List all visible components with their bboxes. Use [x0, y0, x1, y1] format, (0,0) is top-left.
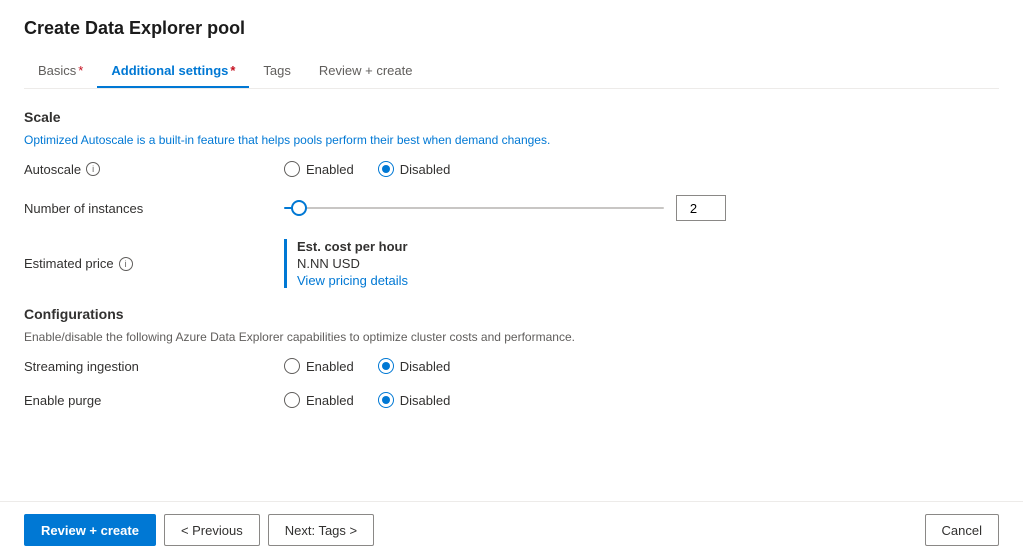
streaming-ingestion-label: Streaming ingestion: [24, 359, 284, 374]
streaming-disabled-radio[interactable]: [378, 358, 394, 374]
purge-enabled-radio[interactable]: [284, 392, 300, 408]
tab-tags[interactable]: Tags: [249, 55, 304, 88]
tab-basics[interactable]: Basics*: [24, 55, 97, 88]
tab-bar: Basics* Additional settings* Tags Review…: [24, 55, 999, 89]
purge-disabled-option[interactable]: Disabled: [378, 392, 451, 408]
streaming-radio-group: Enabled Disabled: [284, 358, 999, 374]
streaming-ingestion-row: Streaming ingestion Enabled Disabled: [24, 358, 999, 374]
enable-purge-row: Enable purge Enabled Disabled: [24, 392, 999, 408]
enable-purge-label: Enable purge: [24, 393, 284, 408]
price-block: Est. cost per hour N.NN USD View pricing…: [284, 239, 408, 288]
footer: Review + create < Previous Next: Tags > …: [0, 501, 1023, 558]
autoscale-disabled-radio[interactable]: [378, 161, 394, 177]
cancel-button[interactable]: Cancel: [925, 514, 999, 546]
price-block-container: Est. cost per hour N.NN USD View pricing…: [284, 239, 999, 288]
autoscale-label: Autoscale i: [24, 162, 284, 177]
footer-left-actions: Review + create < Previous Next: Tags >: [24, 514, 374, 546]
purge-enabled-option[interactable]: Enabled: [284, 392, 354, 408]
autoscale-enabled-radio[interactable]: [284, 161, 300, 177]
purge-radio-group: Enabled Disabled: [284, 392, 999, 408]
scale-section-title: Scale: [24, 109, 999, 125]
estimated-price-label: Estimated price i: [24, 256, 284, 271]
instances-label: Number of instances: [24, 201, 284, 216]
autoscale-disabled-option[interactable]: Disabled: [378, 161, 451, 177]
streaming-disabled-option[interactable]: Disabled: [378, 358, 451, 374]
tab-additional-settings[interactable]: Additional settings*: [97, 55, 249, 88]
instances-row: Number of instances: [24, 195, 999, 221]
streaming-enabled-radio[interactable]: [284, 358, 300, 374]
estimated-price-row: Estimated price i Est. cost per hour N.N…: [24, 239, 999, 288]
estimated-price-info-icon[interactable]: i: [119, 257, 133, 271]
autoscale-radio-group: Enabled Disabled: [284, 161, 999, 177]
configurations-section-title: Configurations: [24, 306, 999, 322]
next-tags-button[interactable]: Next: Tags >: [268, 514, 374, 546]
autoscale-row: Autoscale i Enabled Disabled: [24, 161, 999, 177]
instances-number-input[interactable]: [676, 195, 726, 221]
scale-info-text: Optimized Autoscale is a built-in featur…: [24, 133, 999, 147]
autoscale-enabled-option[interactable]: Enabled: [284, 161, 354, 177]
autoscale-info-icon[interactable]: i: [86, 162, 100, 176]
instances-control: [284, 195, 999, 221]
page-title: Create Data Explorer pool: [24, 18, 999, 39]
previous-button[interactable]: < Previous: [164, 514, 260, 546]
configurations-info-text: Enable/disable the following Azure Data …: [24, 330, 999, 344]
instances-slider[interactable]: [284, 207, 664, 209]
review-create-button[interactable]: Review + create: [24, 514, 156, 546]
purge-disabled-radio[interactable]: [378, 392, 394, 408]
tab-review-create[interactable]: Review + create: [305, 55, 427, 88]
streaming-enabled-option[interactable]: Enabled: [284, 358, 354, 374]
view-pricing-link[interactable]: View pricing details: [297, 273, 408, 288]
